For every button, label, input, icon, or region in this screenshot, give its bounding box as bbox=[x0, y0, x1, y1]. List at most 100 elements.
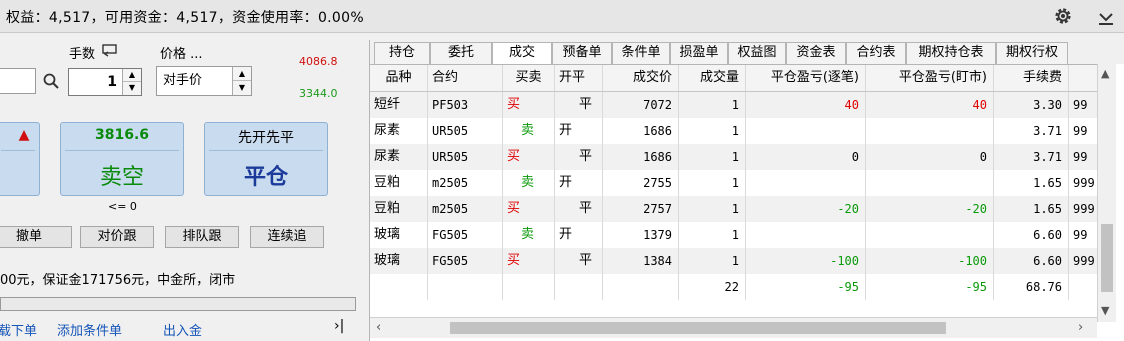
tab-contracts-table[interactable]: 合约表 bbox=[846, 42, 906, 64]
tab-conditional-orders[interactable]: 条件单 bbox=[612, 42, 670, 64]
side-cell: 卖 bbox=[503, 170, 555, 196]
tab-prepared-orders[interactable]: 预备单 bbox=[552, 42, 612, 64]
spin-down-icon[interactable]: ▼ bbox=[233, 81, 251, 94]
col-pnl-mark[interactable]: 平仓盈亏(盯市) bbox=[866, 65, 994, 91]
variety-cell: 尿素 bbox=[370, 118, 428, 144]
col-offset[interactable]: 开平 bbox=[555, 65, 603, 91]
chevron-down-icon[interactable] bbox=[1095, 6, 1117, 28]
account-summary: 权益：4,517，可用资金：4,517，资金使用率：0.00% bbox=[6, 10, 364, 26]
counter-price-follow-button[interactable]: 对价跟 bbox=[80, 226, 154, 248]
tab-stop-orders[interactable]: 损盈单 bbox=[670, 42, 728, 64]
return-icon[interactable] bbox=[101, 43, 119, 59]
collapse-panel-icon[interactable]: ›| bbox=[334, 318, 344, 334]
tab-positions[interactable]: 持仓 bbox=[374, 42, 430, 64]
col-qty[interactable]: 成交量 bbox=[679, 65, 746, 91]
table-row[interactable]: 豆粕 m2505 卖 开 2755 1 1.65 999 bbox=[370, 170, 1097, 196]
tab-trades[interactable]: 成交 bbox=[492, 42, 552, 65]
scroll-right-icon[interactable]: › bbox=[1078, 320, 1083, 335]
extra-cell: 99 bbox=[1069, 144, 1097, 170]
fee-cell: 1.65 bbox=[994, 196, 1069, 222]
upper-limit-price: 4086.8 bbox=[299, 55, 338, 68]
buy-long-button[interactable]: ▲ bbox=[0, 122, 40, 196]
table-row[interactable]: 尿素 UR505 卖 开 1686 1 3.71 99 bbox=[370, 118, 1097, 144]
contract-cell: m2505 bbox=[428, 196, 503, 222]
col-side[interactable]: 买卖 bbox=[503, 65, 555, 91]
quantity-spin[interactable]: ▲ ▼ bbox=[122, 69, 141, 95]
price-cell: 2757 bbox=[603, 196, 679, 222]
side-cell: 卖 bbox=[503, 118, 555, 144]
col-fee[interactable]: 手续费 bbox=[994, 65, 1069, 91]
price-cell: 1379 bbox=[603, 222, 679, 248]
table-row[interactable]: 玻璃 FG505 卖 开 1379 1 6.60 99 bbox=[370, 222, 1097, 248]
search-icon[interactable] bbox=[42, 72, 60, 90]
scroll-thumb[interactable] bbox=[450, 322, 946, 334]
price-cell: 1384 bbox=[603, 248, 679, 274]
col-extra[interactable] bbox=[1069, 65, 1097, 91]
pnl-mark-cell bbox=[866, 222, 994, 248]
price-type-value: 对手价 bbox=[163, 73, 203, 88]
scroll-left-icon[interactable]: ‹ bbox=[376, 320, 381, 335]
table-row[interactable]: 豆粕 m2505 买 平 2757 1 -20 -20 1.65 999 bbox=[370, 196, 1097, 222]
tab-equity-chart[interactable]: 权益图 bbox=[728, 42, 786, 64]
cancel-order-button[interactable]: 撤单 bbox=[0, 226, 72, 248]
col-pnl-trade[interactable]: 平仓盈亏(逐笔) bbox=[746, 65, 866, 91]
variety-cell: 玻璃 bbox=[370, 248, 428, 274]
queue-follow-button[interactable]: 排队跟 bbox=[165, 226, 239, 248]
extra-cell: 999 bbox=[1069, 170, 1097, 196]
quantity-stepper[interactable]: 1 ▲ ▼ bbox=[68, 68, 142, 96]
side-cell: 买 bbox=[503, 92, 555, 118]
place-order-link[interactable]: 载下单 bbox=[0, 320, 37, 339]
empty-cell bbox=[370, 274, 428, 300]
variety-cell: 短纤 bbox=[370, 92, 428, 118]
tab-orders[interactable]: 委托 bbox=[430, 42, 492, 64]
sell-short-label: 卖空 bbox=[99, 165, 144, 190]
table-row[interactable]: 玻璃 FG505 买 平 1384 1 -100 -100 6.60 999 bbox=[370, 248, 1097, 274]
gear-icon[interactable] bbox=[1052, 5, 1074, 27]
lower-limit-price: 3344.0 bbox=[299, 87, 338, 100]
price-type-select[interactable]: 对手价 ▲ ▼ bbox=[156, 66, 252, 96]
quantity-value: 1 bbox=[107, 74, 117, 90]
trade-panel: 持仓 委托 成交 预备单 条件单 损盈单 权益图 资金表 合约表 期权持仓表 期… bbox=[369, 40, 1124, 341]
empty-cell bbox=[603, 274, 679, 300]
table-row[interactable]: 尿素 UR505 买 平 1686 1 0 0 3.71 99 bbox=[370, 144, 1097, 170]
scroll-down-icon[interactable]: ▼ bbox=[1101, 304, 1109, 317]
pnl-mark-cell: 40 bbox=[866, 92, 994, 118]
price-spin[interactable]: ▲ ▼ bbox=[232, 67, 251, 95]
scroll-up-icon[interactable]: ▲ bbox=[1101, 67, 1109, 80]
tab-option-exercise[interactable]: 期权行权 bbox=[996, 42, 1068, 64]
pnl-mark-cell: -20 bbox=[866, 196, 994, 222]
empty-cell bbox=[555, 274, 603, 300]
fund-transfer-link[interactable]: 出入金 bbox=[163, 320, 202, 339]
divider bbox=[65, 150, 179, 151]
divider bbox=[209, 150, 323, 151]
variety-cell: 玻璃 bbox=[370, 222, 428, 248]
offset-cell: 开 bbox=[555, 118, 603, 144]
pnl-trade-cell: 40 bbox=[746, 92, 866, 118]
spin-down-icon[interactable]: ▼ bbox=[123, 82, 141, 94]
tab-funds-table[interactable]: 资金表 bbox=[786, 42, 846, 64]
continuous-chase-button[interactable]: 连续追 bbox=[250, 226, 324, 248]
vertical-scrollbar[interactable]: ▲ ▼ bbox=[1097, 64, 1116, 322]
spin-up-icon[interactable]: ▲ bbox=[123, 69, 141, 82]
close-position-button[interactable]: 先开先平 平仓 bbox=[204, 122, 328, 196]
extra-cell: 99 bbox=[1069, 92, 1097, 118]
add-conditional-order-link[interactable]: 添加条件单 bbox=[57, 320, 122, 339]
contract-code-input[interactable] bbox=[0, 68, 36, 94]
qty-cell: 1 bbox=[679, 92, 746, 118]
spin-up-icon[interactable]: ▲ bbox=[233, 67, 251, 81]
tab-option-positions[interactable]: 期权持仓表 bbox=[906, 42, 996, 64]
col-price[interactable]: 成交价 bbox=[603, 65, 679, 91]
col-contract[interactable]: 合约 bbox=[428, 65, 503, 91]
qty-cell: 1 bbox=[679, 170, 746, 196]
offset-cell: 平 bbox=[555, 144, 603, 170]
table-row[interactable]: 短纤 PF503 买 平 7072 1 40 40 3.30 99 bbox=[370, 92, 1097, 118]
pnl-mark-cell: 0 bbox=[866, 144, 994, 170]
horizontal-scrollbar[interactable]: ‹ › bbox=[370, 317, 1097, 338]
up-arrow-icon: ▲ bbox=[18, 127, 30, 143]
sell-short-button[interactable]: 3816.6 卖空 bbox=[60, 122, 184, 196]
scroll-thumb[interactable] bbox=[1101, 224, 1113, 292]
offset-cell: 开 bbox=[555, 170, 603, 196]
pnl-mark-cell bbox=[866, 170, 994, 196]
price-cell: 1686 bbox=[603, 118, 679, 144]
col-variety[interactable]: 品种 bbox=[370, 65, 428, 91]
